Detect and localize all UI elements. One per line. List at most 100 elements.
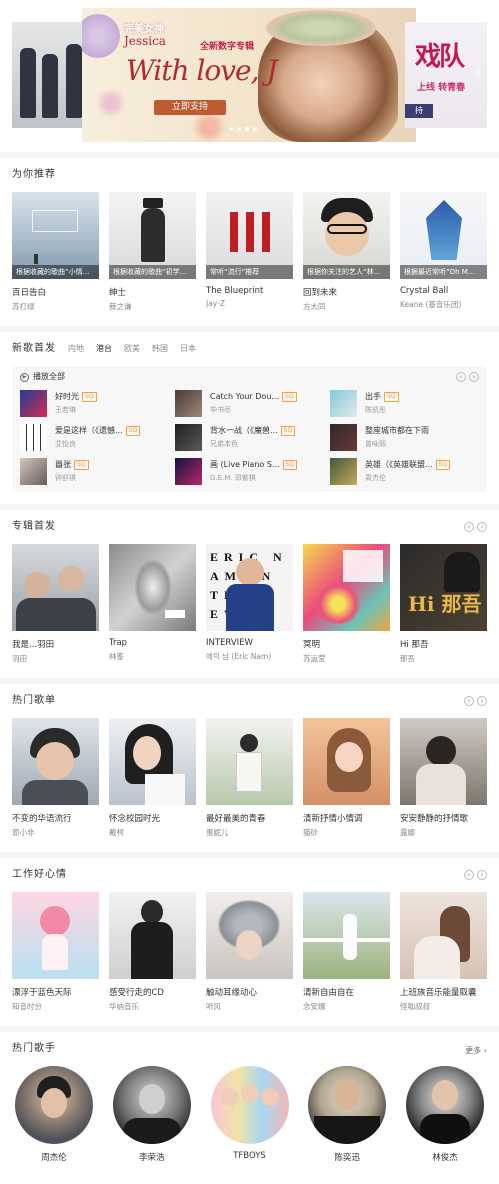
album-cover[interactable]: 常听“流行”推荐 (206, 192, 293, 279)
next-icon[interactable]: › (477, 522, 487, 532)
carousel-dot[interactable] (237, 127, 241, 131)
song-thumbnail[interactable] (175, 389, 202, 417)
recommend-card[interactable]: 根据你关注的艺人“林... 回到未来 方大同 (303, 192, 390, 312)
album-cover[interactable] (109, 544, 196, 631)
card-title[interactable]: 感受行走的CD (109, 986, 196, 998)
playlist-cover[interactable] (12, 718, 99, 805)
album-card[interactable]: Trap 林峯 (109, 544, 196, 664)
playlist-cover[interactable] (109, 718, 196, 805)
song-title[interactable]: 囂张 (55, 459, 71, 470)
carousel-dot[interactable] (253, 127, 257, 131)
singer-name[interactable]: TFBOYS (208, 1151, 292, 1161)
album-card[interactable]: ERIC NAM INTERVIEW INTERVIEW 에릭 남 (Eric … (206, 544, 293, 664)
song-thumbnail[interactable] (330, 389, 357, 417)
card-title[interactable]: 绅士 (109, 286, 196, 298)
album-card[interactable]: 我是...羽田 羽田 (12, 544, 99, 664)
card-title[interactable]: INTERVIEW (206, 638, 293, 648)
song-title[interactable]: 背水一战（《魔兽... (210, 425, 278, 436)
playlist-card[interactable]: 安安静静的抒情歌 露娜 (400, 718, 487, 838)
card-title[interactable]: 冥明 (303, 638, 390, 650)
card-author[interactable]: 戴柯 (109, 827, 196, 838)
banner-carousel[interactable]: 完美女神 Jessica 全新数字专辑 With love, J 立即支持 戏队… (0, 0, 499, 152)
album-cover[interactable]: ERIC NAM INTERVIEW (206, 544, 293, 631)
song-item[interactable]: Catch Your Dou... SQ 毕书尽 (175, 388, 330, 418)
next-icon[interactable]: › (477, 696, 487, 706)
card-title[interactable]: 漂浮于蓝色天际 (12, 986, 99, 998)
card-title[interactable]: 百日告白 (12, 286, 99, 298)
song-artist[interactable]: 艾怡良 (55, 439, 140, 449)
prev-icon[interactable]: ‹ (456, 372, 466, 382)
song-artist[interactable]: 毕书尽 (210, 405, 297, 415)
song-artist[interactable]: 曾咏熙 (365, 439, 429, 449)
song-item[interactable]: 整座城市都在下雨 曾咏熙 (330, 422, 470, 452)
card-title[interactable]: 安安静静的抒情歌 (400, 812, 487, 824)
album-cover[interactable]: Hi 那吾 (400, 544, 487, 631)
carousel-dot-active[interactable] (245, 127, 249, 131)
singer-name[interactable]: 陈奕迅 (305, 1151, 389, 1163)
next-icon[interactable]: › (469, 372, 479, 382)
card-title[interactable]: Trap (109, 638, 196, 648)
singer-item[interactable]: 陈奕迅 (305, 1066, 389, 1163)
song-thumbnail[interactable] (175, 457, 202, 485)
song-artist[interactable]: G.E.M. 邓紫棋 (210, 473, 297, 483)
next-icon[interactable]: › (477, 870, 487, 880)
card-artist[interactable]: 那吾 (400, 653, 487, 664)
card-title[interactable]: 怀念校园时光 (109, 812, 196, 824)
song-thumbnail[interactable] (20, 457, 47, 485)
album-card[interactable]: 冥明 苏运莹 (303, 544, 390, 664)
banner-next-button[interactable]: 持 (405, 104, 433, 118)
song-thumbnail[interactable] (20, 423, 47, 451)
singer-name[interactable]: 周杰伦 (12, 1151, 96, 1163)
playlist-cover[interactable] (303, 892, 390, 979)
avatar[interactable] (15, 1066, 93, 1144)
card-author[interactable]: 念安娜 (303, 1001, 390, 1012)
singer-item[interactable]: 周杰伦 (12, 1066, 96, 1163)
song-title[interactable]: 画 (Live Piano S... (210, 459, 280, 470)
avatar[interactable] (210, 1066, 289, 1144)
card-artist[interactable]: 方大同 (303, 301, 390, 312)
card-title[interactable]: 清新抒情小情调 (303, 812, 390, 824)
album-cover[interactable] (12, 544, 99, 631)
card-author[interactable]: 郭小非 (12, 827, 99, 838)
banner-slide-current[interactable]: 完美女神 Jessica 全新数字专辑 With love, J 立即支持 (82, 8, 416, 142)
recommend-card[interactable]: 根据收藏的歌曲“小情... 百日告白 苏打绿 (12, 192, 99, 312)
playlist-cover[interactable] (206, 892, 293, 979)
song-title[interactable]: 爱是这样（《遗憾... (55, 425, 123, 436)
card-artist[interactable]: Keane (基音乐团) (400, 299, 487, 310)
card-artist[interactable]: 羽田 (12, 653, 99, 664)
play-all-button[interactable]: ▶ 播放全部 (20, 366, 479, 388)
song-artist[interactable]: 王若琳 (55, 405, 97, 415)
card-author[interactable]: 知音时分 (12, 1001, 99, 1012)
card-title[interactable]: Hi 那吾 (400, 638, 487, 650)
prev-icon[interactable]: ‹ (464, 522, 474, 532)
singer-item[interactable]: 李荣浩 (110, 1066, 194, 1163)
playlist-card[interactable]: 清新抒情小情调 猫砂 (303, 718, 390, 838)
recommend-card[interactable]: 常听“流行”推荐 The Blueprint Jay-Z (206, 192, 293, 312)
card-artist[interactable]: 林峯 (109, 651, 196, 662)
card-title[interactable]: Crystal Ball (400, 286, 487, 296)
singer-name[interactable]: 李荣浩 (110, 1151, 194, 1163)
song-artist[interactable]: 钟舒祺 (55, 473, 89, 483)
playlist-card[interactable]: 感受行走的CD 华纳音乐 (109, 892, 196, 1012)
card-title[interactable]: The Blueprint (206, 286, 293, 296)
chevron-right-icon[interactable]: › (475, 62, 481, 81)
recommend-card[interactable]: 根据收藏的歌曲“初学... 绅士 薛之谦 (109, 192, 196, 312)
avatar[interactable] (308, 1066, 387, 1144)
song-item[interactable]: 画 (Live Piano S... SQ G.E.M. 邓紫棋 (175, 456, 330, 486)
card-author[interactable]: 露娜 (400, 827, 487, 838)
playlist-cover[interactable] (303, 718, 390, 805)
playlist-card[interactable]: 清新自由自在 念安娜 (303, 892, 390, 1012)
playlist-card[interactable]: 上班族音乐能量取囊 怪咖叔叔 (400, 892, 487, 1012)
card-author[interactable]: 怪咖叔叔 (400, 1001, 487, 1012)
album-card[interactable]: Hi 那吾 Hi 那吾 那吾 (400, 544, 487, 664)
album-cover[interactable]: 根据你关注的艺人“林... (303, 192, 390, 279)
song-artist[interactable]: 周杰伦 (365, 473, 450, 483)
song-title[interactable]: Catch Your Dou... (210, 392, 279, 401)
song-item[interactable]: 好时光 SQ 王若琳 (20, 388, 175, 418)
playlist-cover[interactable] (400, 892, 487, 979)
card-artist[interactable]: 에릭 남 (Eric Nam) (206, 651, 293, 662)
playlist-cover[interactable] (400, 718, 487, 805)
tab-korea[interactable]: 韩国 (152, 332, 168, 366)
tab-hk-tw[interactable]: 港台 (96, 332, 112, 366)
avatar[interactable] (406, 1066, 484, 1144)
